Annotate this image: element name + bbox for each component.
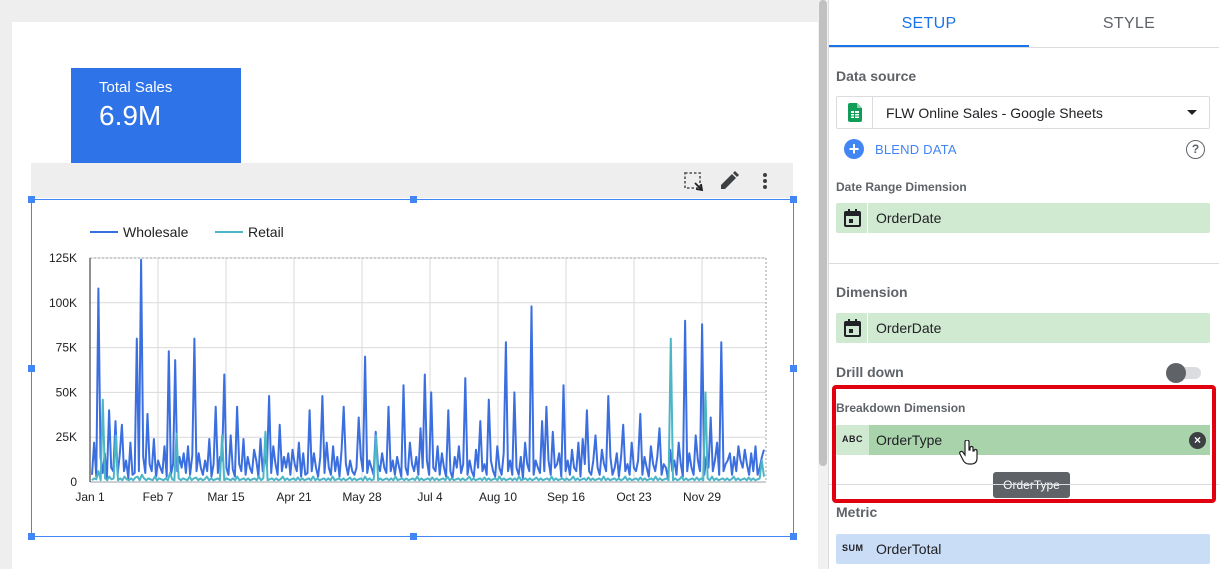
y-tick-label: 25K bbox=[56, 430, 77, 444]
toggle-knob bbox=[1166, 363, 1186, 383]
calendar-icon bbox=[844, 319, 861, 337]
highlight-box bbox=[832, 385, 1216, 503]
x-tick-label: Jan 1 bbox=[75, 490, 105, 504]
scorecard-value: 6.9M bbox=[99, 100, 162, 131]
date-range-value: OrderDate bbox=[876, 210, 942, 226]
properties-panel: SETUP STYLE Data source FLW Online Sales… bbox=[828, 0, 1219, 569]
chart-toolbar bbox=[31, 163, 793, 198]
x-tick-label: Apr 21 bbox=[276, 490, 312, 504]
x-tick-label: Feb 7 bbox=[143, 490, 174, 504]
tab-style[interactable]: STYLE bbox=[1029, 0, 1219, 47]
dimension-chip[interactable]: OrderDate bbox=[836, 313, 1210, 343]
report-canvas: Total Sales 6.9M 0 25K 50K 75K 100K 125K Jan 1… bbox=[12, 22, 818, 569]
metric-label: Metric bbox=[836, 504, 878, 520]
y-tick-label: 75K bbox=[56, 341, 77, 355]
resize-handle-bottom[interactable] bbox=[410, 533, 417, 540]
sum-aggregation-tag: SUM bbox=[842, 543, 864, 553]
series-line-wholesale bbox=[91, 258, 765, 480]
x-tick-label: Aug 10 bbox=[479, 490, 517, 504]
scrollbar-thumb[interactable] bbox=[819, 0, 827, 466]
calendar-icon-box bbox=[836, 313, 868, 343]
calendar-icon-box bbox=[836, 203, 868, 233]
date-range-chip[interactable]: OrderDate bbox=[836, 203, 1210, 233]
google-sheets-icon bbox=[848, 103, 862, 122]
data-source-icon-box bbox=[837, 97, 873, 128]
blend-data-label: BLEND DATA bbox=[875, 142, 957, 157]
drill-down-label: Drill down bbox=[836, 364, 904, 380]
canvas-scrollbar[interactable] bbox=[818, 0, 828, 569]
resize-handle-br[interactable] bbox=[790, 533, 797, 540]
plot-boundary bbox=[89, 257, 767, 483]
date-range-label: Date Range Dimension bbox=[836, 180, 967, 194]
time-series-chart[interactable]: 0 25K 50K 75K 100K 125K Jan 1 Feb 7 Mar 15 Apr 21… bbox=[28, 196, 797, 540]
more-vert-icon[interactable] bbox=[754, 170, 776, 192]
y-tick-label: 0 bbox=[70, 475, 77, 489]
x-tick-label: Jul 4 bbox=[417, 490, 443, 504]
hand-cursor-icon bbox=[959, 440, 978, 465]
data-source-label: Data source bbox=[836, 68, 917, 84]
y-tick-label: 100K bbox=[49, 296, 77, 310]
metric-value: OrderTotal bbox=[876, 541, 942, 557]
data-source-select[interactable]: FLW Online Sales - Google Sheets bbox=[836, 96, 1210, 129]
resize-handle-right[interactable] bbox=[790, 365, 797, 372]
chart-plot: 0 25K 50K 75K 100K 125K Jan 1 Feb 7 Mar 15 Apr 21… bbox=[49, 224, 767, 504]
dimension-value: OrderDate bbox=[876, 320, 942, 336]
x-tick-label: Mar 15 bbox=[207, 490, 245, 504]
x-tick-label: Sep 16 bbox=[547, 490, 585, 504]
legend-label: Retail bbox=[248, 224, 284, 240]
calendar-icon bbox=[844, 209, 861, 227]
metric-chip[interactable]: SUM OrderTotal bbox=[836, 534, 1210, 564]
scorecard-label: Total Sales bbox=[99, 79, 173, 96]
x-tick-label: Oct 23 bbox=[616, 490, 652, 504]
y-tick-label: 125K bbox=[49, 251, 77, 265]
tab-setup[interactable]: SETUP bbox=[829, 0, 1029, 47]
select-area-icon[interactable] bbox=[682, 170, 704, 192]
drill-down-toggle[interactable] bbox=[1166, 363, 1201, 383]
help-icon[interactable]: ? bbox=[1186, 140, 1205, 159]
resize-handle-left[interactable] bbox=[28, 365, 35, 372]
resize-handle-top[interactable] bbox=[410, 196, 417, 203]
x-tick-label: May 28 bbox=[342, 490, 382, 504]
resize-handle-tl[interactable] bbox=[28, 196, 35, 203]
section-divider bbox=[829, 263, 1219, 264]
resize-handle-bl[interactable] bbox=[28, 533, 35, 540]
resize-handle-tr[interactable] bbox=[790, 196, 797, 203]
pencil-icon[interactable] bbox=[718, 170, 740, 192]
dimension-label: Dimension bbox=[836, 284, 908, 300]
legend-label: Wholesale bbox=[123, 224, 189, 240]
data-source-value: FLW Online Sales - Google Sheets bbox=[886, 105, 1103, 121]
tabs-divider bbox=[829, 47, 1219, 48]
plus-icon: + bbox=[844, 139, 864, 159]
chevron-down-icon bbox=[1187, 110, 1197, 115]
y-tick-label: 50K bbox=[56, 385, 77, 399]
x-tick-label: Nov 29 bbox=[683, 490, 721, 504]
